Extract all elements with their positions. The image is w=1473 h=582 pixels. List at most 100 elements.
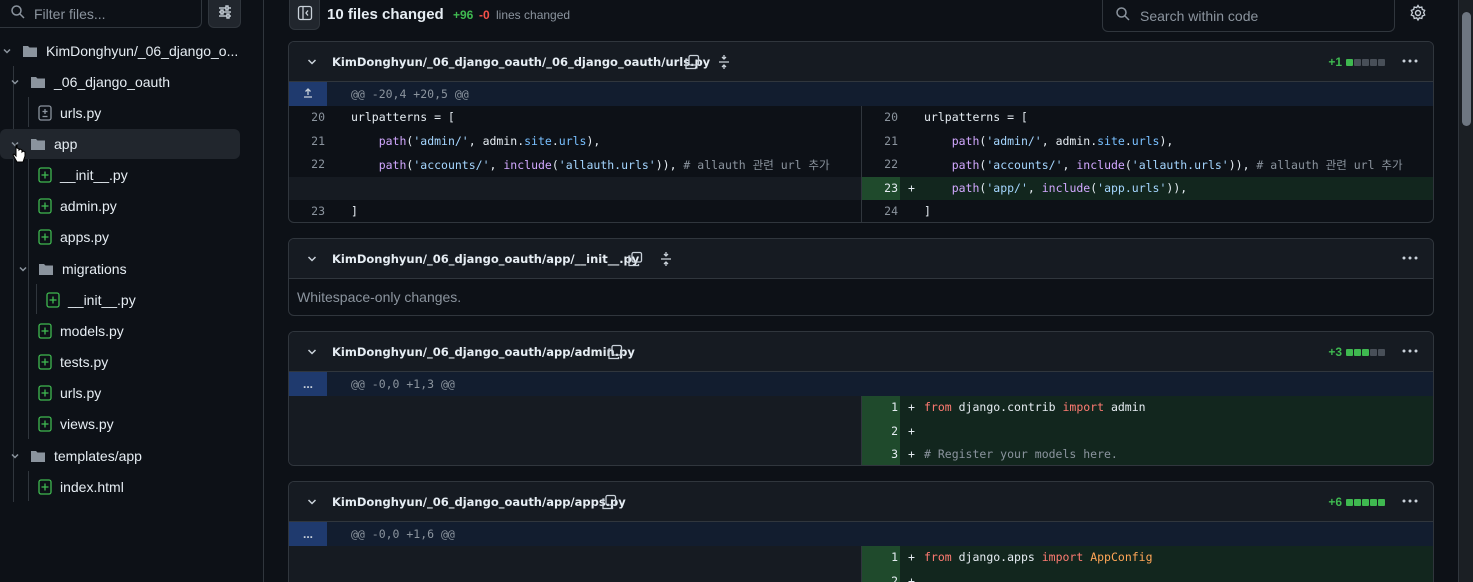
diff-stat-square	[1354, 348, 1361, 356]
diff-line: 23] 24]	[289, 200, 1433, 222]
hunk-range: @@ -20,4 +20,5 @@	[351, 87, 469, 101]
expand-all-icon[interactable]	[658, 251, 674, 270]
file-added-icon	[38, 198, 52, 214]
diff-file-header: KimDonghyun/_06_django_oauth/app/admin.p…	[289, 332, 1433, 372]
copy-icon[interactable]	[627, 251, 643, 270]
filter-options-button[interactable]	[208, 0, 241, 28]
search-placeholder: Search within code	[1140, 7, 1259, 24]
chevron-down-icon	[8, 77, 22, 87]
tree-label: urls.py	[60, 385, 102, 401]
tree-file-index-html[interactable]: index.html	[0, 472, 240, 502]
scrollbar-thumb[interactable]	[1462, 12, 1471, 126]
chevron-down-icon	[16, 264, 30, 274]
diff-file-name[interactable]: KimDonghyun/_06_django_oauth/app/__init_…	[332, 252, 639, 266]
copy-icon[interactable]	[601, 494, 617, 513]
chevron-down-icon[interactable]	[306, 495, 318, 511]
chevron-down-icon[interactable]	[306, 55, 318, 71]
hunk-range: @@ -0,0 +1,3 @@	[351, 377, 455, 391]
tree-label: apps.py	[60, 229, 110, 245]
diff-line-added: 1 + from django.apps import AppConfig	[289, 546, 1433, 570]
tree-label: models.py	[60, 323, 124, 339]
diff-line-added: 2 +	[289, 569, 1433, 582]
diff-stat-square	[1346, 58, 1353, 66]
tree-file-urls-py[interactable]: urls.py	[0, 98, 240, 128]
chevron-down-icon	[0, 46, 14, 56]
tree-label: __init__.py	[68, 292, 136, 308]
file-added-icon	[46, 292, 60, 308]
tree-folder-templates-app[interactable]: templates/app	[0, 441, 240, 471]
copy-icon[interactable]	[607, 344, 623, 363]
scrollbar[interactable]	[1458, 0, 1473, 582]
diff-file-name[interactable]: KimDonghyun/_06_django_oauth/_06_django_…	[332, 55, 710, 69]
tree-folder-django-oauth[interactable]: _06_django_oauth	[0, 67, 240, 97]
toggle-file-tree-button[interactable]	[289, 0, 320, 30]
mouse-pointer-icon	[12, 144, 26, 167]
hunk-header: ... @@ -0,0 +1,6 @@	[289, 522, 1433, 546]
hunk-header: @@ -20,4 +20,5 @@	[289, 82, 1433, 106]
filter-files-input[interactable]: Filter files...	[0, 0, 202, 28]
diff-file-name[interactable]: KimDonghyun/_06_django_oauth/app/admin.p…	[332, 345, 635, 359]
expand-up-icon	[302, 87, 314, 102]
hunk-header: ... @@ -0,0 +1,3 @@	[289, 372, 1433, 396]
expand-hunk-button[interactable]: ...	[289, 522, 327, 546]
diff-stat-square	[1354, 498, 1361, 506]
diff-file: KimDonghyun/_06_django_oauth/app/admin.p…	[288, 331, 1434, 466]
tree-label: __init__.py	[60, 167, 128, 183]
tree-folder-root[interactable]: KimDonghyun/_06_django_o...	[0, 36, 240, 66]
kebab-menu-icon[interactable]	[1401, 52, 1419, 73]
diff-stat-square	[1362, 348, 1369, 356]
sliders-icon	[217, 4, 233, 23]
tree-file-apps-py[interactable]: apps.py	[0, 222, 240, 252]
tree-file-init-py[interactable]: __init__.py	[0, 160, 240, 190]
tree-label: templates/app	[54, 448, 142, 464]
file-added-icon	[38, 385, 52, 401]
tree-file-admin-py[interactable]: admin.py	[0, 191, 240, 221]
expand-up-button[interactable]	[289, 82, 327, 106]
tree-folder-app[interactable]: app	[0, 129, 240, 159]
tree-file-app-urls-py[interactable]: urls.py	[0, 378, 240, 408]
tree-file-migrations-init-py[interactable]: __init__.py	[0, 285, 240, 315]
diff-file-header: KimDonghyun/_06_django_oauth/app/apps.py…	[289, 482, 1433, 522]
diff-stat-square	[1346, 498, 1353, 506]
expand-all-icon[interactable]	[716, 54, 732, 73]
diff-line: 20 urlpatterns = [ 20 urlpatterns = [	[289, 106, 1433, 130]
whitespace-note: Whitespace-only changes.	[297, 289, 462, 305]
diff-line: 21 path('admin/', admin.site.urls), 21 p…	[289, 129, 1433, 153]
copy-icon[interactable]	[684, 54, 700, 73]
hunk-range: @@ -0,0 +1,6 @@	[351, 527, 455, 541]
gear-icon[interactable]	[1409, 4, 1427, 25]
chevron-down-icon[interactable]	[306, 252, 318, 268]
diff-stat-square	[1370, 498, 1377, 506]
tree-label: views.py	[60, 416, 114, 432]
tree-file-views-py[interactable]: views.py	[0, 409, 240, 439]
deletions-count: -0	[479, 8, 490, 22]
file-added-icon	[38, 416, 52, 432]
tree-label: app	[54, 136, 78, 152]
tree-file-models-py[interactable]: models.py	[0, 316, 240, 346]
tree-file-tests-py[interactable]: tests.py	[0, 347, 240, 377]
kebab-menu-icon[interactable]	[1401, 342, 1419, 363]
folder-icon	[30, 75, 46, 89]
file-added-icon	[38, 167, 52, 183]
tree-folder-migrations[interactable]: migrations	[0, 254, 240, 284]
diff-file: KimDonghyun/_06_django_oauth/app/apps.py…	[288, 481, 1434, 582]
diff-stat-square	[1362, 498, 1369, 506]
search-within-code-input[interactable]: Search within code	[1102, 0, 1395, 32]
diff-file-name[interactable]: KimDonghyun/_06_django_oauth/app/apps.py	[332, 495, 626, 509]
diff-file-header: KimDonghyun/_06_django_oauth/_06_django_…	[289, 42, 1433, 82]
chevron-down-icon[interactable]	[306, 345, 318, 361]
sidebar-collapse-icon	[297, 5, 313, 24]
expand-hunk-button[interactable]: ...	[289, 372, 327, 396]
diff-stat-square	[1378, 348, 1385, 356]
kebab-menu-icon[interactable]	[1401, 249, 1419, 270]
additions-count: +96	[453, 8, 474, 22]
diff-line-added: 3 + # Register your models here.	[289, 443, 1433, 465]
file-added-icon	[38, 323, 52, 339]
search-icon	[10, 4, 26, 23]
kebab-menu-icon[interactable]	[1401, 492, 1419, 513]
file-modified-icon	[38, 105, 52, 121]
diff-file: KimDonghyun/_06_django_oauth/_06_django_…	[288, 41, 1434, 223]
tree-label: urls.py	[60, 105, 102, 121]
diff-stat-square	[1346, 348, 1353, 356]
diff-stat-square	[1370, 58, 1377, 66]
